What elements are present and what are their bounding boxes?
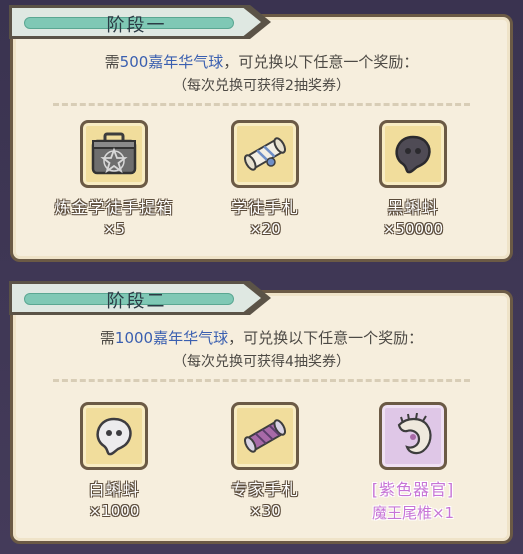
stage-2-divider bbox=[53, 379, 470, 382]
reward-quantity: ×50000 bbox=[382, 220, 444, 238]
reward-name: 学徒手札 bbox=[230, 198, 299, 217]
stage-1-requirement: 需500嘉年华气球，可兑换以下任意一个奖励： bbox=[104, 53, 419, 71]
reward-name: 白蝌蚪 bbox=[88, 480, 140, 499]
stage-2-panel: 阶段二 需1000嘉年华气球，可兑换以下任意一个奖励： （每次兑换可获得4抽奖券… bbox=[9, 281, 513, 544]
white-tadpole-icon bbox=[80, 402, 148, 470]
stage-2-cost: 1000嘉年华气球 bbox=[114, 329, 229, 347]
reward-item[interactable]: [紫色器官] 魔王尾椎×1 bbox=[348, 402, 478, 523]
stage-2-ticket-note: （每次兑换可获得4抽奖券） bbox=[173, 354, 350, 370]
reward-quantity: ×30 bbox=[249, 502, 281, 520]
stage-1-panel: 阶段一 需500嘉年华气球，可兑换以下任意一个奖励： （每次兑换可获得2抽奖券）… bbox=[9, 5, 513, 262]
reward-item[interactable]: 学徒手札 ×20 bbox=[200, 120, 330, 238]
stage-1-ticket-note: （每次兑换可获得2抽奖券） bbox=[173, 78, 350, 94]
stage-1-cost: 500嘉年华气球 bbox=[119, 53, 224, 71]
reward-item[interactable]: 炼金学徒手提箱 ×5 bbox=[49, 120, 179, 238]
reward-quantity: ×1000 bbox=[88, 502, 140, 520]
demon-tail-icon bbox=[379, 402, 447, 470]
reward-name: 黑蝌蚪 bbox=[387, 198, 439, 217]
reward-name: 炼金学徒手提箱 bbox=[54, 198, 174, 217]
stage-1-title: 阶段一 bbox=[106, 15, 167, 36]
stage-1-tab: 阶段一 bbox=[9, 5, 271, 39]
stage-2-requirement: 需1000嘉年华气球，可兑换以下任意一个奖励： bbox=[99, 329, 424, 347]
reward-quantity: ×5 bbox=[102, 220, 126, 238]
stage-2-tab: 阶段二 bbox=[9, 281, 271, 315]
briefcase-icon bbox=[80, 120, 148, 188]
reward-item[interactable]: 专家手札 ×30 bbox=[200, 402, 330, 520]
reward-item[interactable]: 黑蝌蚪 ×50000 bbox=[348, 120, 478, 238]
reward-item[interactable]: 白蝌蚪 ×1000 bbox=[49, 402, 179, 520]
stage-1-divider bbox=[53, 103, 470, 106]
expert-scroll-icon bbox=[231, 402, 299, 470]
scroll-icon bbox=[231, 120, 299, 188]
reward-name: 专家手札 bbox=[230, 480, 299, 499]
reward-quantity: ×20 bbox=[249, 220, 281, 238]
stage-2-title: 阶段二 bbox=[106, 291, 167, 312]
reward-quantity: 魔王尾椎×1 bbox=[371, 504, 455, 522]
reward-name: [紫色器官] bbox=[371, 480, 455, 499]
black-tadpole-icon bbox=[379, 120, 447, 188]
